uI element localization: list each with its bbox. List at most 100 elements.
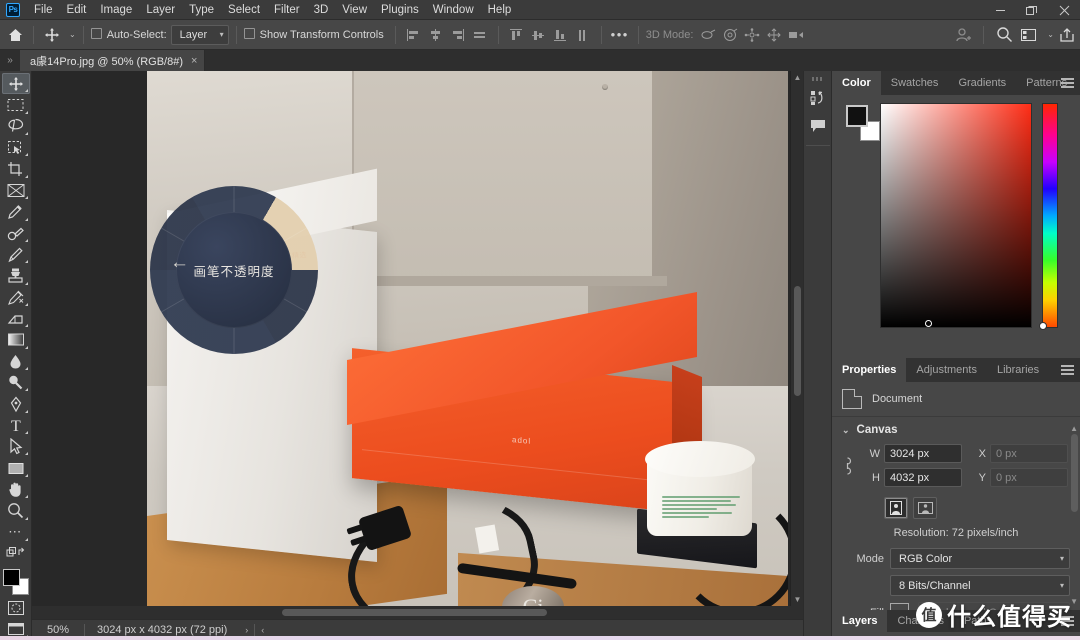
scroll-down-icon[interactable]: ▼ [791,593,803,606]
distribute-horizontally-icon[interactable] [469,24,491,46]
menu-layer[interactable]: Layer [139,0,182,20]
hud-back-arrow-icon[interactable]: ← [170,252,189,274]
align-vertical-centers-icon[interactable] [528,24,550,46]
tab-layers[interactable]: Layers [832,610,888,632]
panel-menu-icon[interactable] [1061,78,1074,88]
fill-color-swatch[interactable] [890,603,909,610]
y-input[interactable]: 0 px [990,468,1068,487]
tab-properties[interactable]: Properties [832,358,907,382]
align-top-edges-icon[interactable] [506,24,528,46]
scroll-up-icon[interactable]: ▲ [791,71,803,84]
align-bottom-edges-icon[interactable] [550,24,572,46]
rectangle-tool[interactable] [2,457,30,478]
menu-type[interactable]: Type [182,0,221,20]
gradient-tool[interactable] [2,329,30,350]
blur-tool[interactable] [2,351,30,372]
color-mode-dropdown[interactable]: RGB Color ▾ [890,548,1070,569]
menu-view[interactable]: View [335,0,374,20]
move-tool[interactable] [1,73,30,95]
tool-preset-caret-icon[interactable]: ⌄ [69,30,76,39]
more-options-button[interactable]: ••• [609,24,631,46]
link-dimensions-icon[interactable] [842,453,858,479]
menu-file[interactable]: File [27,0,60,20]
pen-tool[interactable] [2,393,30,414]
minimize-button[interactable] [984,0,1016,20]
eyedropper-tool[interactable] [2,201,30,222]
lasso-tool[interactable] [2,116,30,137]
share-export-icon[interactable] [1056,24,1078,46]
history-brush-tool[interactable] [2,287,30,308]
x-input[interactable]: 0 px [990,444,1068,463]
auto-select-target-dropdown[interactable]: Layer ▾ [170,24,229,45]
brush-tool[interactable] [2,244,30,265]
rectangular-marquee-tool[interactable] [2,94,30,115]
close-icon[interactable]: × [191,55,197,67]
menu-window[interactable]: Window [426,0,481,20]
expand-tabs-icon[interactable]: » [0,50,20,71]
comments-icon[interactable] [806,114,830,138]
menu-image[interactable]: Image [93,0,139,20]
menu-edit[interactable]: Edit [60,0,94,20]
auto-select-checkbox[interactable]: Auto-Select: [90,28,167,41]
show-transform-controls-checkbox[interactable]: Show Transform Controls [243,28,384,41]
menu-help[interactable]: Help [481,0,519,20]
canvas-horizontal-scrollbar[interactable] [32,606,803,619]
height-input[interactable]: 4032 px [884,468,962,487]
properties-scrollbar-thumb[interactable] [1071,434,1078,512]
spot-healing-brush-tool[interactable] [2,223,30,244]
color-field[interactable] [880,103,1032,328]
canvas-section-header[interactable]: ⌄ Canvas [842,424,1070,436]
align-left-edges-icon[interactable] [403,24,425,46]
status-info-caret-icon[interactable]: › [239,625,254,635]
scrollbar-thumb[interactable] [282,609,547,616]
drag-3d-icon[interactable] [741,24,763,46]
foreground-background-colors[interactable] [2,568,30,596]
width-input[interactable]: 3024 px [884,444,962,463]
search-icon[interactable] [993,24,1015,46]
object-selection-tool[interactable] [2,137,30,158]
tab-swatches[interactable]: Swatches [881,71,949,95]
zoom-level[interactable]: 50% [32,624,84,636]
tab-libraries[interactable]: Libraries [987,358,1049,382]
quick-mask-swap-icon[interactable] [2,543,30,564]
tab-color[interactable]: Color [832,71,881,95]
restore-button[interactable] [1016,0,1048,20]
hue-slider-handle[interactable] [1039,322,1047,330]
tab-adjustments[interactable]: Adjustments [906,358,987,382]
workspace-caret-icon[interactable]: ⌄ [1047,30,1054,39]
landscape-orientation-button[interactable] [913,497,937,519]
edit-toolbar-button[interactable]: ⋯ [2,522,30,543]
dodge-tool[interactable] [2,372,30,393]
slide-3d-icon[interactable] [763,24,785,46]
roll-3d-icon[interactable] [719,24,741,46]
canvas-vertical-scrollbar[interactable]: ▲ ▼ [790,71,803,606]
eraser-tool[interactable] [2,308,30,329]
menu-filter[interactable]: Filter [267,0,307,20]
path-selection-tool[interactable] [2,436,30,457]
document-tab[interactable]: a豦14Pro.jpg @ 50% (RGB/8#) × [20,50,206,71]
menu-plugins[interactable]: Plugins [374,0,426,20]
clone-stamp-tool[interactable] [2,265,30,286]
foreground-color-swatch[interactable] [2,569,20,587]
panel-menu-icon[interactable] [1061,365,1074,375]
portrait-orientation-button[interactable] [884,497,908,519]
status-collapse-icon[interactable]: ‹ [255,625,270,635]
workspace-icon[interactable] [1017,24,1039,46]
home-icon[interactable] [4,24,26,46]
menu-select[interactable]: Select [221,0,267,20]
add-person-icon[interactable] [952,24,974,46]
bit-depth-dropdown[interactable]: 8 Bits/Channel ▾ [890,575,1070,596]
foreground-color-swatch[interactable] [846,105,868,127]
align-right-edges-icon[interactable] [447,24,469,46]
dock-grip[interactable] [811,77,824,81]
history-actions-icon[interactable] [806,86,830,110]
scale-3d-icon[interactable] [785,24,807,46]
tab-gradients[interactable]: Gradients [948,71,1016,95]
crop-tool[interactable] [2,158,30,179]
rotate-3d-icon[interactable] [697,24,719,46]
move-tool-icon[interactable] [41,24,63,46]
horizontal-type-tool[interactable]: T [2,415,30,436]
frame-tool[interactable] [2,180,30,201]
close-button[interactable] [1048,0,1080,20]
zoom-tool[interactable] [2,500,30,521]
